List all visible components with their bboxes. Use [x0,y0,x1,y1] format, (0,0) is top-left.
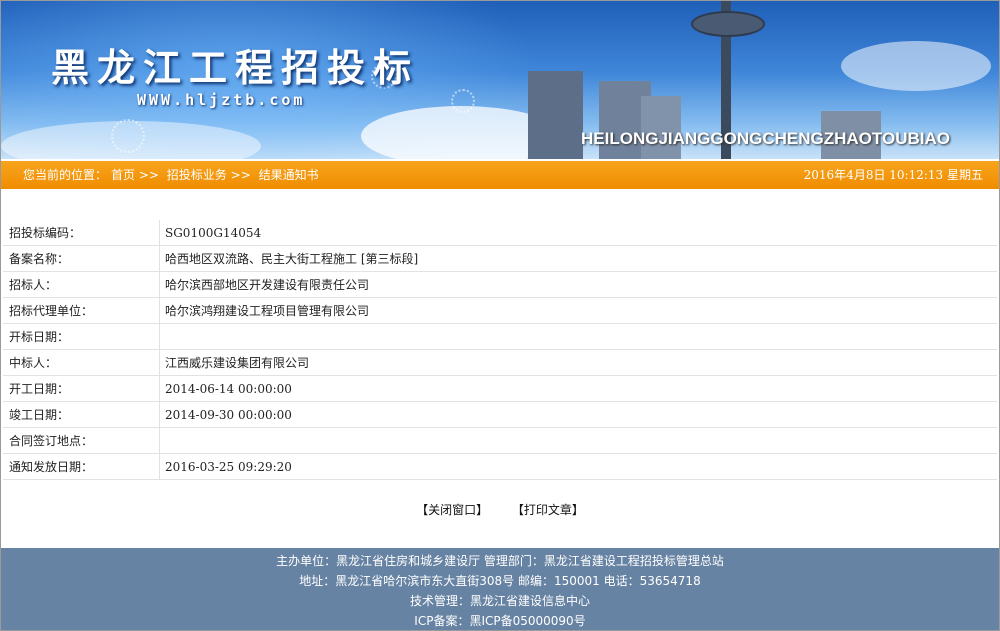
breadcrumb-result-link[interactable]: 结果通知书 [259,168,319,182]
row-value: 哈尔滨鸿翔建设工程项目管理有限公司 [159,297,997,324]
site-footer: 主办单位：黑龙江省住房和城乡建设厅 管理部门：黑龙江省建设工程招投标管理总站 地… [1,548,999,630]
row-label: 合同签订地点： [3,427,160,454]
location-bar: 您当前的位置： 首页 >> 招投标业务 >> 结果通知书 2016年4月8日 10… [1,161,999,189]
site-pinyin: HEILONGJIANGGONGCHENGZHAOTOUBIAO [581,129,950,148]
row-value: SG0100G14054 [159,220,997,246]
cloud-decoration [841,41,991,91]
table-row: 开标日期： [3,323,997,350]
table-row: 合同签订地点： [3,427,997,454]
row-label: 通知发放日期： [3,453,160,480]
table-row: 通知发放日期： 2016-03-25 09:29:20 [3,453,997,480]
snowflake-icon [451,89,475,113]
footer-address: 地址：黑龙江省哈尔滨市东大直街308号 邮编：150001 电话：5365471… [299,574,701,588]
breadcrumb-prefix: 您当前的位置： [23,168,108,182]
table-row: 招投标编码： SG0100G14054 [3,220,997,246]
building-graphic [641,96,681,159]
row-label: 招标代理单位： [3,297,160,324]
row-label: 竣工日期： [3,401,160,428]
current-datetime: 2016年4月8日 10:12:13 星期五 [803,168,983,182]
site-banner: 黑龙江工程招投标 WWW.hljztb.com HEILONGJIANGGONG… [1,1,999,159]
tv-tower-disc [691,11,765,37]
row-label: 招标人： [3,271,160,298]
breadcrumb-home-link[interactable]: 首页 [111,168,135,182]
row-value: 哈西地区双流路、民主大街工程施工 [第三标段] [159,245,997,272]
close-window-button[interactable]: 【关闭窗口】 [416,503,488,517]
table-row: 竣工日期： 2014-09-30 00:00:00 [3,401,997,428]
snowflake-icon [111,119,145,153]
table-row: 招标人： 哈尔滨西部地区开发建设有限责任公司 [3,271,997,298]
print-article-button[interactable]: 【打印文章】 [512,503,584,517]
breadcrumb-bidding-link[interactable]: 招投标业务 [167,168,227,182]
action-links: 【关闭窗口】 【打印文章】 [1,501,999,518]
building-graphic [528,71,583,159]
site-title: 黑龙江工程招投标 [51,46,420,90]
row-value: 哈尔滨西部地区开发建设有限责任公司 [159,271,997,298]
row-value [159,323,997,350]
table-row: 中标人： 江西威乐建设集团有限公司 [3,349,997,376]
row-label: 开工日期： [3,375,160,402]
page-frame: 黑龙江工程招投标 WWW.hljztb.com HEILONGJIANGGONG… [0,0,1000,631]
footer-icp: ICP备案：黑ICP备05000090号 [414,614,586,628]
table-row: 备案名称： 哈西地区双流路、民主大街工程施工 [第三标段] [3,245,997,272]
table-row: 招标代理单位： 哈尔滨鸿翔建设工程项目管理有限公司 [3,297,997,324]
breadcrumb-separator: >> [138,168,159,182]
row-label: 开标日期： [3,323,160,350]
row-value: 2014-06-14 00:00:00 [159,375,997,402]
breadcrumb-separator: >> [230,168,251,182]
row-value: 江西威乐建设集团有限公司 [159,349,997,376]
table-row: 开工日期： 2014-06-14 00:00:00 [3,375,997,402]
row-value [159,427,997,454]
row-value: 2014-09-30 00:00:00 [159,401,997,428]
breadcrumb: 您当前的位置： 首页 >> 招投标业务 >> 结果通知书 [23,161,319,189]
row-label: 中标人： [3,349,160,376]
row-label: 招投标编码： [3,220,160,246]
row-value: 2016-03-25 09:29:20 [159,453,997,480]
site-url: WWW.hljztb.com [137,91,306,109]
notice-info-table: 招投标编码： SG0100G14054 备案名称： 哈西地区双流路、民主大街工程… [3,220,997,480]
footer-organizer: 主办单位：黑龙江省住房和城乡建设厅 管理部门：黑龙江省建设工程招投标管理总站 [276,554,724,568]
footer-tech: 技术管理：黑龙江省建设信息中心 [409,594,590,608]
row-label: 备案名称： [3,245,160,272]
